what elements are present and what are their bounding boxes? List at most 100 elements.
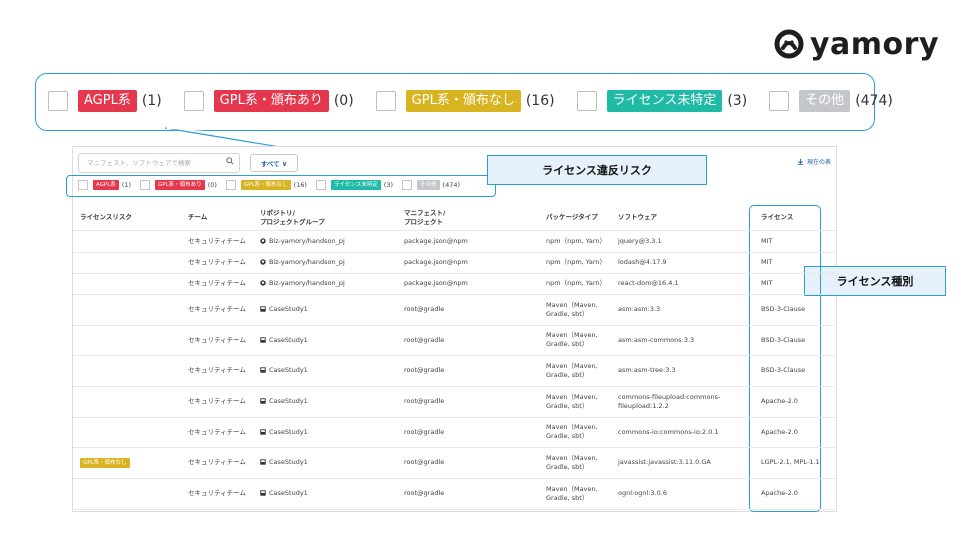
filter-checkbox[interactable] [402, 180, 413, 190]
filter-count: (3) [383, 181, 394, 189]
yamory-logo-icon [774, 29, 804, 59]
license-cell: MIT [761, 258, 773, 266]
repository-cell[interactable]: CaseStudy1 [260, 336, 308, 345]
repository-name: Biz-yamory/handson_pj [269, 279, 345, 287]
yamory-logo: yamory [774, 24, 939, 64]
github-icon [260, 280, 266, 286]
repository-name: CaseStudy1 [269, 397, 308, 405]
repository-cell[interactable]: Biz-yamory/handson_pj [260, 237, 345, 246]
filter-checkbox[interactable] [315, 180, 326, 190]
manifest-cell: root@gradle [404, 427, 445, 436]
download-link[interactable]: 現在の表 [797, 157, 831, 166]
row-divider [73, 355, 835, 356]
filter-checkbox[interactable] [78, 180, 88, 190]
filter-checkbox[interactable] [140, 180, 151, 190]
header-license-risk: ライセンスリスク [80, 213, 132, 221]
repository-name: CaseStudy1 [269, 305, 308, 313]
license-badge: AGPL系 [93, 180, 119, 190]
scope-dropdown[interactable]: すべて ∨ [250, 154, 298, 172]
package-type-cell: npm（npm, Yarn） [546, 237, 607, 245]
license-cell: BSD-3-Clause [761, 305, 806, 313]
row-divider [73, 325, 835, 326]
project-icon [260, 336, 266, 343]
download-label: 現在の表 [807, 159, 832, 166]
repository-cell[interactable]: CaseStudy1 [260, 458, 308, 467]
license-list-panel [72, 146, 837, 512]
repository-cell[interactable]: CaseStudy1 [260, 397, 308, 406]
repository-name: CaseStudy1 [269, 366, 308, 374]
manifest-cell: root@gradle [404, 489, 445, 497]
filter-checkbox[interactable] [769, 91, 790, 111]
package-type-cell: Maven（Maven, Gradle, sbt） [546, 300, 598, 318]
filter-other-small[interactable]: その他 (474) [402, 180, 460, 190]
manifest-cell: root@gradle [404, 305, 445, 313]
filter-checkbox[interactable] [225, 180, 236, 190]
filter-count: (1) [121, 181, 132, 189]
manifest-cell: package.json@npm [404, 237, 468, 245]
repository-name: CaseStudy1 [269, 335, 308, 344]
project-icon [260, 459, 266, 465]
license-badge: その他 [799, 90, 851, 112]
filter-checkbox[interactable] [375, 91, 396, 111]
license-type-callout: ライセンス種別 [804, 266, 946, 296]
brand-name: yamory [810, 26, 940, 62]
filter-count: (474) [442, 181, 461, 189]
repository-cell[interactable]: CaseStudy1 [260, 489, 308, 498]
software-cell: commons-io:commons-io:2.0.1 [618, 427, 719, 436]
package-type-cell: Maven（Maven, Gradle, sbt） [546, 361, 598, 379]
filter-other[interactable]: その他 (474) [769, 90, 893, 112]
team-cell: セキュリティチーム [188, 305, 246, 313]
filter-agpl[interactable]: AGPL系 (1) [48, 90, 162, 112]
license-badge: AGPL系 [78, 90, 137, 112]
project-icon [260, 306, 266, 312]
filter-checkbox[interactable] [576, 91, 597, 111]
license-cell: BSD-3-Clause [761, 335, 806, 344]
filter-gpl-distributed[interactable]: GPL系・頒布あり (0) [183, 90, 354, 112]
filter-count: (1) [141, 93, 162, 109]
repository-cell[interactable]: CaseStudy1 [260, 366, 308, 375]
package-type-cell: npm（npm, Yarn） [546, 258, 607, 266]
software-cell: asm:asm-tree:3.3 [618, 366, 676, 374]
filter-gpl-not-distributed[interactable]: GPL系・頒布なし (16) [375, 90, 555, 112]
search-icon [226, 157, 234, 165]
manifest-cell: root@gradle [404, 397, 445, 405]
filter-license-unknown[interactable]: ライセンス未特定 (3) [576, 90, 747, 112]
row-divider [73, 294, 835, 295]
license-cell: MIT [761, 237, 773, 245]
filter-count: (474) [855, 93, 893, 109]
search-input[interactable]: マニフェスト、ソフトウェアで検索 [78, 153, 240, 173]
repository-cell[interactable]: CaseStudy1 [260, 428, 308, 437]
repository-cell[interactable]: CaseStudy1 [260, 305, 308, 314]
manifest-cell: root@gradle [404, 335, 445, 344]
package-type-cell: npm（npm, Yarn） [546, 279, 607, 287]
row-divider [73, 273, 835, 274]
license-badge: ライセンス未特定 [606, 90, 723, 112]
team-cell: セキュリティチーム [188, 237, 246, 245]
license-cell: LGPL-2.1, MPL-1.1 [761, 458, 820, 466]
filter-count: (16) [293, 181, 307, 189]
filter-license-unknown-small[interactable]: ライセンス未特定 (3) [315, 180, 394, 190]
project-icon [260, 428, 266, 435]
filter-gpl-distributed-small[interactable]: GPL系・頒布あり (0) [140, 180, 217, 190]
row-divider [73, 417, 835, 418]
license-filter-bar-large: AGPL系 (1) GPL系・頒布あり (0) GPL系・頒布なし (16) ラ… [48, 88, 915, 114]
row-divider [73, 252, 835, 253]
filter-count: (16) [525, 93, 555, 109]
license-badge: ライセンス未特定 [330, 180, 381, 190]
team-cell: セキュリティチーム [188, 458, 246, 466]
license-cell: Apache-2.0 [761, 489, 798, 497]
team-cell: セキュリティチーム [188, 427, 246, 436]
team-cell: セキュリティチーム [188, 335, 246, 344]
filter-agpl-small[interactable]: AGPL系 (1) [78, 180, 131, 190]
filter-gpl-not-distributed-small[interactable]: GPL系・頒布なし (16) [225, 180, 307, 190]
package-type-cell: Maven（Maven, Gradle, sbt） [546, 423, 598, 440]
header-package-type: パッケージタイプ [546, 213, 598, 221]
header-repository: リポジトリ/ プロジェクトグループ [260, 209, 325, 226]
repository-cell[interactable]: Biz-yamory/handson_pj [260, 279, 345, 288]
repository-cell[interactable]: Biz-yamory/handson_pj [260, 258, 345, 267]
filter-checkbox[interactable] [48, 91, 68, 111]
project-icon [260, 367, 266, 373]
filter-checkbox[interactable] [183, 91, 204, 111]
package-type-cell: Maven（Maven, Gradle, sbt） [546, 392, 598, 410]
repository-name: CaseStudy1 [269, 427, 308, 436]
